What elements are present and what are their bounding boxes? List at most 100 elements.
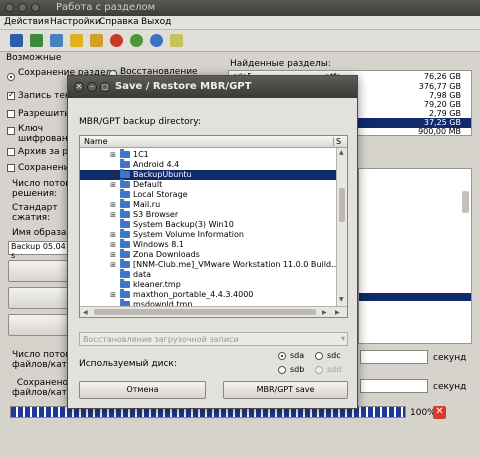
encryption-key-checkbox[interactable] bbox=[7, 127, 15, 135]
folder-icon bbox=[120, 169, 130, 178]
tree-vertical-thumb[interactable] bbox=[339, 188, 345, 222]
column-size-header[interactable]: S bbox=[333, 137, 341, 146]
compression-label-1: Стандарт bbox=[12, 203, 58, 213]
files-count-label-2: файлов/ката bbox=[12, 360, 73, 370]
main-window-titlebar: Работа с разделом bbox=[0, 0, 480, 16]
dialog-minimize-icon[interactable]: – bbox=[87, 82, 97, 92]
edit-icon[interactable] bbox=[170, 34, 183, 47]
tree-item[interactable]: ⊞ Mail.ru bbox=[80, 199, 336, 210]
chevron-down-icon: ▾ bbox=[340, 334, 345, 343]
save-disk-icon[interactable] bbox=[10, 34, 23, 47]
seconds-label-2: секунд bbox=[433, 382, 467, 392]
cancel-operation-icon[interactable]: ✕ bbox=[433, 406, 446, 419]
menu-settings[interactable]: Настройки bbox=[50, 17, 101, 27]
backup-directory-label: MBR/GPT backup directory: bbox=[79, 117, 202, 127]
expander-icon[interactable]: ⊞ bbox=[109, 181, 117, 189]
saved-field[interactable] bbox=[360, 379, 428, 393]
expander-icon[interactable]: ⊞ bbox=[109, 251, 117, 259]
menu-actions[interactable]: Действия bbox=[4, 17, 49, 27]
tree-header: Name S bbox=[80, 136, 347, 148]
tree-vertical-scrollbar[interactable]: ▲ ▼ bbox=[336, 148, 347, 306]
expander-icon[interactable]: ⊞ bbox=[109, 291, 117, 299]
disk-sdb-radio[interactable] bbox=[278, 366, 286, 374]
network-icon[interactable] bbox=[50, 34, 63, 47]
disk-sda-radio[interactable] bbox=[278, 352, 286, 360]
tree-item[interactable]: ⊞ [NNM-Club.me]_VMware Workstation 11.0.0… bbox=[80, 259, 339, 270]
main-window-title: Работа с разделом bbox=[56, 2, 156, 13]
image-name-input[interactable]: Backup 05.04 s bbox=[8, 241, 70, 260]
scroll-right-arrow-icon[interactable]: ▶ bbox=[322, 309, 327, 316]
expander-icon[interactable]: ⊞ bbox=[109, 201, 117, 209]
folder-icon bbox=[120, 249, 130, 258]
tree-item[interactable]: ⊞ System Volume Information bbox=[80, 229, 336, 240]
combo-text: Восстановление загрузочной записи bbox=[83, 335, 239, 344]
archive-checkbox[interactable] bbox=[7, 148, 15, 156]
tree-item-label: Mail.ru bbox=[133, 200, 161, 209]
options-button[interactable] bbox=[8, 287, 70, 309]
menu-exit[interactable]: Выход bbox=[141, 17, 171, 27]
dialog-close-icon[interactable]: ✕ bbox=[74, 82, 84, 92]
tree-horizontal-scrollbar[interactable]: ◀ ▶ ▶ bbox=[80, 306, 347, 317]
maximize-window-icon[interactable] bbox=[31, 3, 40, 12]
found-partitions-label: Найденные разделы: bbox=[230, 59, 331, 69]
browse-button[interactable] bbox=[8, 260, 70, 282]
expander-icon[interactable]: ⊞ bbox=[109, 171, 117, 179]
files-count-field[interactable] bbox=[360, 350, 428, 364]
log-scrollbar[interactable] bbox=[462, 191, 469, 213]
tree-item[interactable]: data bbox=[80, 269, 336, 280]
threads-label-2: решения: bbox=[12, 189, 58, 199]
scroll-right-end-arrow-icon[interactable]: ▶ bbox=[335, 309, 340, 316]
tree-horizontal-thumb[interactable] bbox=[94, 309, 316, 315]
tree-item-selected[interactable]: ⊞ BackupUbuntu bbox=[80, 169, 336, 180]
open-icon[interactable] bbox=[90, 34, 103, 47]
stop-icon[interactable] bbox=[110, 34, 123, 47]
menu-help[interactable]: Справка bbox=[99, 17, 139, 27]
mbr-gpt-save-button[interactable]: MBR/GPT save bbox=[223, 381, 348, 399]
expander-icon[interactable]: ⊞ bbox=[109, 241, 117, 249]
save-partition-radio[interactable] bbox=[7, 73, 15, 81]
tree-item-label: Android 4.4 bbox=[133, 160, 180, 169]
log-panel bbox=[358, 168, 472, 344]
play-icon[interactable] bbox=[130, 34, 143, 47]
refresh-icon[interactable] bbox=[30, 34, 43, 47]
expander-icon[interactable]: ⊞ bbox=[109, 231, 117, 239]
encryption-key-label: Ключ шифрован bbox=[18, 124, 68, 144]
tree-item[interactable]: ⊞ S3 Browser bbox=[80, 209, 336, 220]
folder-icon bbox=[120, 189, 130, 198]
expander-icon[interactable]: ⊞ bbox=[109, 261, 117, 269]
dialog-maximize-icon[interactable]: □ bbox=[100, 82, 110, 92]
tree-item-label: Default bbox=[133, 180, 163, 189]
tree-item[interactable]: Local Storage bbox=[80, 189, 336, 200]
folder-icon[interactable] bbox=[70, 34, 83, 47]
cancel-button[interactable]: Отмена bbox=[79, 381, 206, 399]
expander-icon[interactable]: ⊞ bbox=[109, 151, 117, 159]
close-window-icon[interactable] bbox=[5, 3, 14, 12]
tree-item-label: maxthon_portable_4.4.3.4000 bbox=[133, 290, 254, 299]
tree-item[interactable]: ⊞ 1C1 bbox=[80, 149, 336, 160]
scroll-down-arrow-icon[interactable]: ▼ bbox=[339, 296, 344, 303]
tree-item[interactable]: System Backup(3) Win10 bbox=[80, 219, 336, 230]
tree-item[interactable]: ⊞ Default bbox=[80, 179, 336, 190]
disk-sdc-radio[interactable] bbox=[315, 352, 323, 360]
write-text-checkbox[interactable] bbox=[7, 90, 15, 100]
minimize-window-icon[interactable] bbox=[18, 3, 27, 12]
dialog-titlebar: ✕ – □ Save / Restore MBR/GPT bbox=[68, 76, 357, 98]
allow-checkbox[interactable] bbox=[7, 110, 15, 118]
globe-icon[interactable] bbox=[150, 34, 163, 47]
tree-item[interactable]: Android 4.4 bbox=[80, 159, 336, 170]
directory-tree[interactable]: Name S ⊞ 1C1 Android 4.4 ⊞ BackupUbuntu ⊞ Defa… bbox=[79, 135, 348, 318]
tree-item-label: BackupUbuntu bbox=[133, 170, 192, 179]
tree-item[interactable]: ⊞ Windows 8.1 bbox=[80, 239, 336, 250]
expander-icon[interactable]: ⊞ bbox=[109, 211, 117, 219]
tree-item-label: S3 Browser bbox=[133, 210, 179, 219]
tree-item[interactable]: kleaner.tmp bbox=[80, 279, 336, 290]
save-checkbox[interactable] bbox=[7, 164, 15, 172]
folder-icon bbox=[120, 199, 130, 208]
scroll-up-arrow-icon[interactable]: ▲ bbox=[339, 149, 344, 156]
column-name-header[interactable]: Name bbox=[84, 137, 108, 146]
tree-item[interactable]: ⊞ Zona Downloads bbox=[80, 249, 336, 260]
scroll-left-arrow-icon[interactable]: ◀ bbox=[83, 309, 88, 316]
files-count-label-1: Число потоков bbox=[12, 350, 82, 360]
tree-item[interactable]: ⊞ maxthon_portable_4.4.3.4000 bbox=[80, 289, 336, 300]
start-button[interactable] bbox=[8, 314, 70, 336]
